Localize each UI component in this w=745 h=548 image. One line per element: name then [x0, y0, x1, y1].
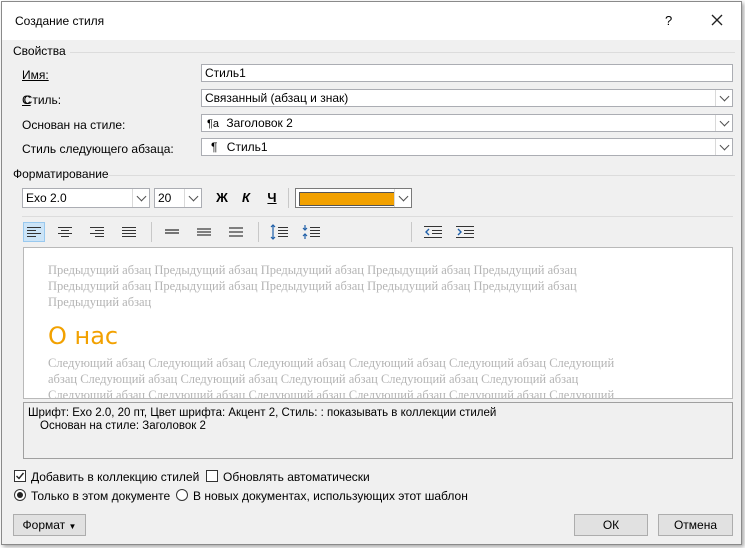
only-this-document-label[interactable]: Только в этом документе	[31, 489, 170, 503]
next-style-value: Стиль1	[226, 140, 268, 154]
toolbar-separator	[288, 188, 289, 208]
increase-paragraph-spacing-button[interactable]	[268, 222, 290, 242]
formatting-divider	[108, 175, 735, 176]
chevron-down-icon	[719, 116, 729, 127]
outdent-icon	[424, 226, 442, 238]
formatting-section-label: Форматирование	[13, 167, 109, 181]
based-on-value: Заголовок 2	[226, 116, 293, 130]
align-left-icon	[27, 227, 41, 237]
preview-previous-line: Предыдущий абзац Предыдущий абзац Предыд…	[48, 263, 577, 277]
only-this-document-radio[interactable]	[14, 489, 26, 501]
paragraph-spacing-increase-icon	[270, 224, 288, 240]
new-documents-radio[interactable]	[176, 489, 188, 501]
next-style-dropdown-button[interactable]	[715, 139, 732, 155]
font-size-dropdown-button[interactable]	[184, 189, 201, 207]
paragraph-char-style-icon: ¶a	[207, 118, 220, 130]
next-style-select[interactable]: ¶ Стиль1	[201, 138, 733, 156]
indent-icon	[456, 226, 474, 238]
chevron-down-icon	[136, 191, 146, 202]
style-type-select[interactable]: Связанный (абзац и знак)	[201, 89, 733, 107]
toolbar-separator	[411, 222, 412, 242]
font-color-dropdown-button[interactable]	[394, 189, 411, 207]
cancel-button[interactable]: Отмена	[658, 514, 733, 536]
preview-previous-line: Предыдущий абзац Предыдущий абзац Предыд…	[48, 279, 577, 293]
single-spacing-button[interactable]	[161, 222, 183, 242]
title-bar: Создание стиля ?	[2, 2, 741, 40]
style-type-label: ССтиль:	[22, 93, 62, 107]
properties-section-label: Свойства	[13, 44, 66, 58]
preview-next-line: Следующий абзац Следующий абзац Следующи…	[48, 356, 615, 370]
checkmark-icon	[16, 472, 25, 480]
based-on-dropdown-button[interactable]	[715, 115, 732, 131]
line-spacing-onehalf-icon	[197, 228, 211, 236]
dialog-title: Создание стиля	[15, 14, 105, 28]
paragraph-style-icon: ¶	[211, 140, 218, 154]
font-color-swatch	[299, 192, 395, 206]
chevron-down-icon	[719, 140, 729, 151]
toolbar-divider	[22, 216, 733, 217]
preview-next-line: абзац Следующий абзац Следующий абзац Сл…	[48, 372, 579, 386]
increase-indent-button[interactable]	[454, 222, 476, 242]
justify-button[interactable]	[118, 222, 140, 242]
line-spacing-single-icon	[165, 229, 179, 234]
underline-button[interactable]: Ч	[262, 188, 282, 208]
preview-previous-line: Предыдущий абзац	[48, 295, 152, 309]
help-button[interactable]: ?	[665, 13, 672, 28]
add-to-gallery-label[interactable]: Добавить в коллекцию стилей	[31, 470, 199, 484]
name-input[interactable]: Стиль1	[201, 64, 733, 82]
dropdown-arrow-icon: ▼	[68, 522, 77, 531]
justify-icon	[122, 227, 136, 237]
auto-update-label[interactable]: Обновлять автоматически	[223, 470, 370, 484]
auto-update-checkbox[interactable]	[206, 470, 218, 482]
toolbar-separator	[258, 222, 259, 242]
align-center-button[interactable]	[54, 222, 76, 242]
radio-selected-dot	[17, 492, 23, 498]
bold-button[interactable]: Ж	[212, 188, 232, 208]
one-half-spacing-button[interactable]	[193, 222, 215, 242]
font-dropdown-button[interactable]	[132, 189, 149, 207]
align-center-icon	[58, 227, 72, 237]
style-type-label-text: Стиль:	[23, 93, 62, 107]
italic-button[interactable]: К	[236, 188, 256, 208]
font-size-select[interactable]: 20	[154, 188, 202, 208]
style-type-value: Связанный (абзац и знак)	[205, 91, 349, 105]
style-type-dropdown-button[interactable]	[715, 90, 732, 106]
font-color-select[interactable]	[295, 188, 412, 208]
description-line: Основан на стиле: Заголовок 2	[40, 420, 206, 432]
close-icon[interactable]	[708, 11, 726, 29]
line-spacing-double-icon	[229, 227, 243, 237]
align-left-button[interactable]	[23, 222, 45, 242]
font-select[interactable]: Exo 2.0	[22, 188, 150, 208]
format-button-label: Формат	[22, 518, 66, 532]
name-label: Имя:	[22, 68, 49, 82]
name-input-value: Стиль1	[205, 66, 246, 80]
double-spacing-button[interactable]	[225, 222, 247, 242]
toolbar-separator	[151, 222, 152, 242]
decrease-paragraph-spacing-button[interactable]	[300, 222, 322, 242]
next-style-label: Стиль следующего абзаца:	[22, 142, 174, 156]
create-style-dialog: Создание стиля ? Свойства Имя: Стиль1 СС…	[1, 1, 742, 545]
decrease-indent-button[interactable]	[422, 222, 444, 242]
preview-heading: О нас	[48, 322, 119, 350]
font-value: Exo 2.0	[26, 191, 67, 205]
add-to-gallery-checkbox[interactable]	[14, 470, 26, 482]
chevron-down-icon	[398, 191, 408, 202]
based-on-select[interactable]: ¶a Заголовок 2	[201, 114, 733, 132]
style-preview: Предыдущий абзац Предыдущий абзац Предыд…	[23, 247, 733, 399]
font-size-value: 20	[158, 191, 172, 205]
based-on-label: Основан на стиле:	[22, 118, 126, 132]
preview-next-line: Следующий абзац Следующий абзац Следующи…	[48, 388, 615, 399]
style-description: Шрифт: Exo 2.0, 20 пт, Цвет шрифта: Акце…	[23, 402, 733, 459]
description-line: Шрифт: Exo 2.0, 20 пт, Цвет шрифта: Акце…	[28, 407, 497, 419]
ok-button[interactable]: ОК	[574, 514, 648, 536]
align-right-button[interactable]	[86, 222, 108, 242]
properties-divider	[70, 52, 735, 53]
chevron-down-icon	[719, 91, 729, 102]
paragraph-spacing-decrease-icon	[302, 225, 320, 239]
align-right-icon	[90, 227, 104, 237]
new-documents-label[interactable]: В новых документах, использующих этот ша…	[193, 489, 468, 503]
format-menu-button[interactable]: Формат ▼	[13, 514, 86, 536]
chevron-down-icon	[188, 191, 198, 202]
